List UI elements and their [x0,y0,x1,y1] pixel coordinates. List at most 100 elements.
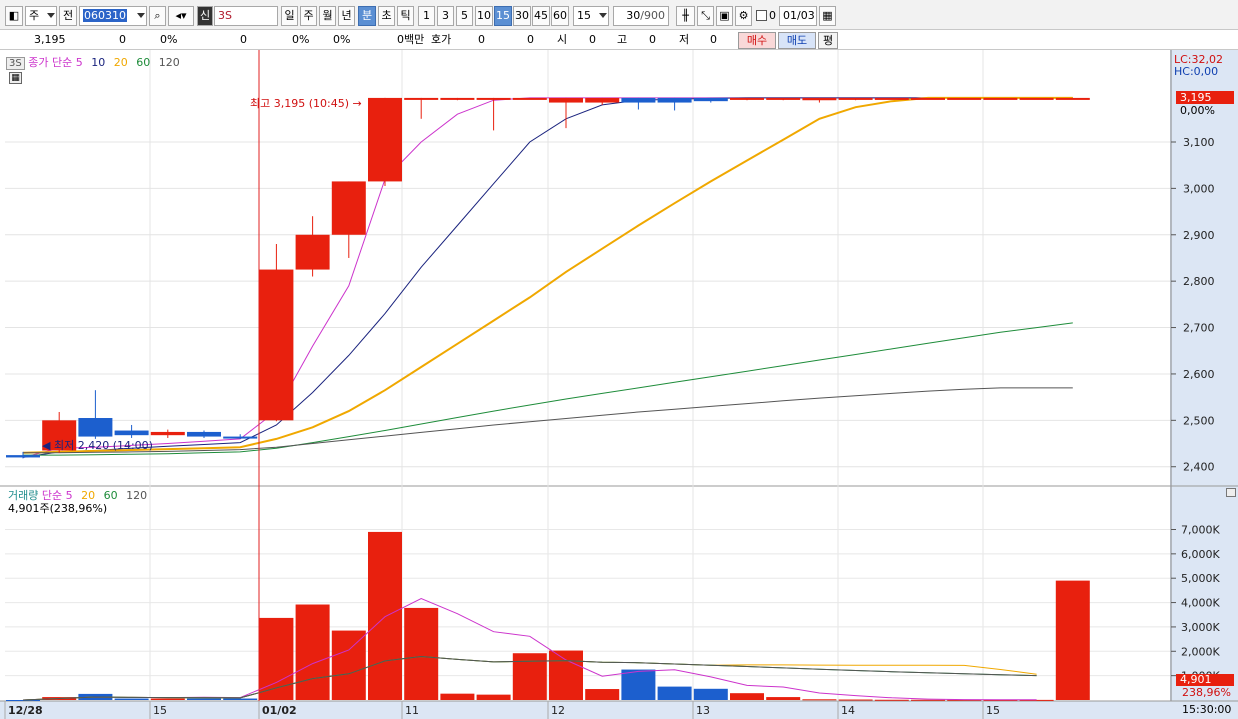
period-second-button[interactable]: 초 [378,6,395,26]
speaker-icon[interactable]: ◂▾ [168,6,194,26]
volume-bar [911,699,945,701]
high-value: 0 [649,33,656,46]
table-icon[interactable]: ▦ [9,72,22,84]
crosshair-icon[interactable]: ⤡ [697,6,714,26]
candle-body [6,455,40,458]
minimize-icon[interactable] [1226,488,1236,497]
volume-bar [730,693,764,700]
candle-body [657,97,692,103]
buy-button[interactable]: 매수 [738,32,776,49]
interval-3-button[interactable]: 3 [437,6,454,26]
open-value: 0 [589,33,596,46]
date-input[interactable]: 01/03 [779,6,817,26]
high-label: 고 [617,33,628,46]
interval-60-button[interactable]: 60 [551,6,569,26]
volume-bar [331,630,366,700]
price-tick-label: 2,500 [1183,414,1215,427]
interval-select-value: 15 [577,9,591,22]
interval-5-button[interactable]: 5 [456,6,473,26]
interval-45-button[interactable]: 45 [532,6,550,26]
price-tick-label: 3,100 [1183,136,1215,149]
search-icon[interactable]: ⌕ [149,6,166,26]
legend-ma10: 10 [91,56,106,69]
symbol-name-field[interactable]: 3S [214,6,278,26]
candle-body [476,97,511,100]
price-tick-label: 2,400 [1183,461,1215,474]
open-label: 시 [557,33,568,46]
current-volume-tag: 4,901 [1176,674,1234,686]
period-minute-button[interactable]: 분 [358,6,376,26]
chevron-down-icon [137,13,145,18]
candle-body [838,97,873,100]
volume-bar [440,693,475,700]
period-day-button[interactable]: 일 [281,6,298,26]
count-value: 30 [626,9,641,22]
volume-bar [223,698,258,700]
volume-bar [404,607,439,700]
chevron-down-icon [599,13,607,18]
interval-1-button[interactable]: 1 [418,6,435,26]
save-icon[interactable]: ▣ [716,6,733,26]
candle-body [911,97,945,100]
vol-legend-ma120: 120 [126,489,148,502]
market-button[interactable]: 전 [59,6,77,26]
quote-price: 3,195 [34,33,66,46]
period-week-button[interactable]: 주 [300,6,317,26]
candle-body [730,97,764,100]
candle-body [295,234,330,270]
quote-change: 0 [119,33,126,46]
price-tick-label: 2,900 [1183,229,1215,242]
quote-val2: 0 [527,33,534,46]
type-select-value: 주 [29,9,40,22]
price-tick-label: 2,600 [1183,368,1215,381]
quote-label: 호가 [431,33,452,46]
candle-body [549,97,583,103]
volume-tick-label: 3,000K [1181,621,1220,634]
time-tick-label: 11 [405,704,419,717]
candle-body [187,431,221,437]
last-volume-text: 4,901주(238,96%) [8,502,108,515]
layout-icon[interactable]: ◧ [5,6,23,26]
period-year-button[interactable]: 년 [338,6,355,26]
interval-10-button[interactable]: 10 [475,6,493,26]
price-legend: 3S 종가 단순 5 10 20 60 120 [6,54,185,70]
calendar-icon[interactable]: ▦ [819,6,836,26]
quote-change-rate: 0% [160,33,178,46]
quote-rate3: 0% [333,33,351,46]
gear-icon[interactable]: ⚙ [735,6,752,26]
candle-icon[interactable]: ╫ [676,6,695,26]
candle-body [1019,97,1054,100]
candle-body [983,97,1018,100]
candle-body [223,436,258,439]
interval-15-button[interactable]: 15 [494,6,512,26]
legend-ma120: 120 [158,56,180,69]
time-axis-background [0,701,1238,719]
chart-canvas[interactable]: 3,100 3,000 2,900 2,800 2,700 2,600 2,500 2,400… [0,50,1238,719]
legend-ma60: 60 [136,56,151,69]
sell-button[interactable]: 매도 [778,32,816,49]
volume-bar [802,699,837,701]
type-select[interactable]: 주 [25,6,57,26]
count-input[interactable]: 30/900 [613,6,669,26]
symbol-tag[interactable]: 3S [6,57,25,70]
low-value: 0 [710,33,717,46]
volume-tick-label: 4,000K [1181,597,1220,610]
option-checkbox[interactable] [756,10,767,21]
interval-select[interactable]: 15 [573,6,609,26]
period-month-button[interactable]: 월 [319,6,336,26]
chevron-down-icon [47,13,55,18]
volume-bar [6,700,40,701]
volume-bar [766,697,801,700]
candle-body [693,97,728,102]
volume-bar [114,698,149,700]
volume-bar [1055,580,1090,700]
interval-30-button[interactable]: 30 [513,6,531,26]
candle-body [766,97,801,100]
code-input[interactable]: 060310 [79,6,147,26]
eval-button[interactable]: 평 [818,32,838,49]
period-tick-button[interactable]: 틱 [397,6,414,26]
candle-body [78,418,113,437]
volume-bar [295,604,330,700]
volume-bar [512,653,547,700]
time-tick-label: 12 [551,704,565,717]
